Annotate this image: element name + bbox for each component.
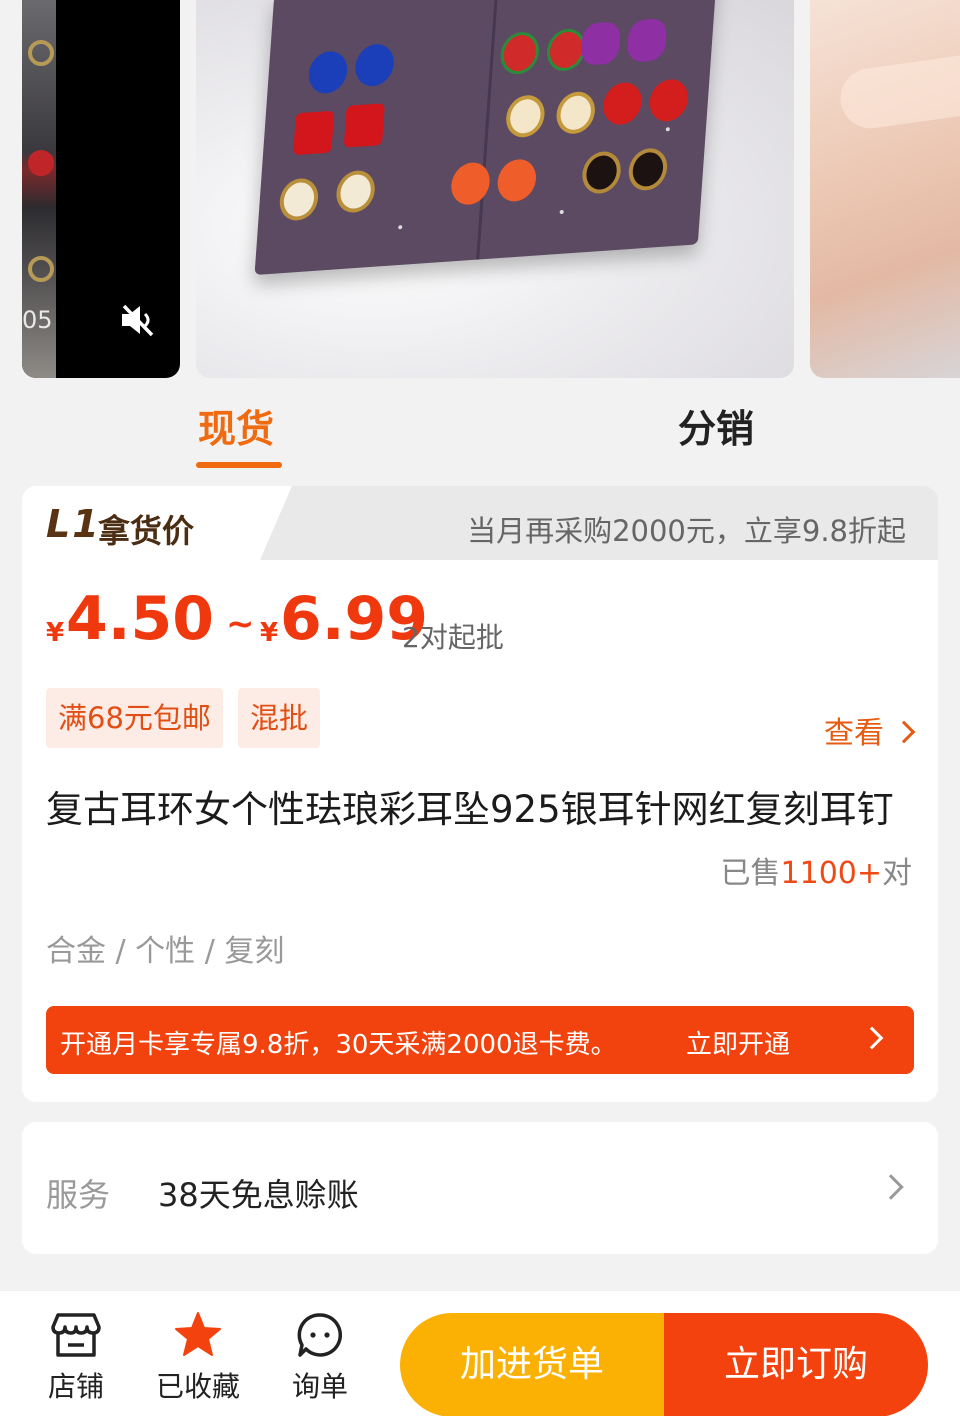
sold-prefix: 已售 [720,856,781,891]
tab-spot-goods-label: 现货 [198,407,275,451]
price-separator: ~ [226,604,255,644]
tab-distribution-label: 分销 [678,407,755,451]
mixed-batch-tag: 混批 [238,688,321,748]
add-to-cart-button[interactable]: 加进货单 [400,1313,664,1416]
product-title: 复古耳环女个性珐琅彩耳坠925银耳针网红复刻耳钉 [46,788,894,831]
chevron-right-icon [860,1026,884,1050]
sold-unit: 对 [882,856,912,891]
inquiry-button[interactable]: 询单 [270,1311,370,1405]
monthly-card-banner[interactable]: 开通月卡享专属9.8折，30天采满2000退卡费。 立即开通 [46,1006,914,1074]
price-min: 4.50 [66,584,215,654]
sold-number: 1100+ [780,856,882,891]
view-details-label: 查看 [824,716,884,751]
product-attributes: 合金 / 个性 / 复刻 [46,934,285,969]
favorite-button[interactable]: 已收藏 [148,1311,248,1405]
chevron-right-icon [892,720,916,744]
active-tab-indicator [196,462,282,468]
shop-label: 店铺 [47,1370,104,1403]
main-product-photo[interactable] [196,0,794,378]
product-image-gallery[interactable]: 05 [0,0,960,380]
buy-now-button[interactable]: 立即订购 [664,1313,928,1416]
shop-button[interactable]: 店铺 [26,1311,126,1405]
side-product-photo[interactable] [810,0,960,378]
repurchase-promo-hint: 当月再采购2000元，立享9.8折起 [467,514,906,548]
service-value: 38天免息赊账 [158,1176,359,1214]
service-label: 服务 [46,1176,111,1214]
chevron-right-icon [878,1174,904,1200]
purchase-mode-tabs: 现货 分销 [0,388,960,468]
star-filled-icon [175,1312,221,1356]
video-counter: 05 [22,306,53,334]
currency-symbol: ¥ [46,618,65,648]
tab-distribution[interactable]: 分销 [678,398,754,453]
price-card-header: L1 拿货价 当月再采购2000元，立享9.8折起 [22,486,938,564]
sold-count: 已售1100+对 [721,848,912,892]
view-details-link[interactable]: 查看 [824,708,916,752]
monthly-card-text: 开通月卡享专属9.8折，30天采满2000退卡费。 [60,1030,617,1060]
free-shipping-tag: 满68元包邮 [46,688,223,748]
inquiry-label: 询单 [291,1370,348,1403]
speaker-muted-icon[interactable] [118,302,158,338]
minimum-order-quantity: 2对起批 [402,621,504,654]
shop-icon [51,1313,101,1357]
activate-now-button[interactable]: 立即开通 [686,1024,790,1061]
favorite-label: 已收藏 [155,1370,240,1403]
bottom-action-bar: 店铺 已收藏 询单 加进货单 立即订购 [0,1290,960,1416]
tab-spot-goods[interactable]: 现货 [196,398,282,468]
service-row[interactable]: 服务 38天免息赊账 [22,1122,938,1254]
chat-bubble-icon [297,1313,343,1357]
price-card: L1 拿货价 当月再采购2000元，立享9.8折起 ¥ 4.50 ~ ¥ 6.9… [22,486,938,1102]
earring-display-box [254,0,718,276]
level-price-title: 拿货价 [98,512,195,550]
video-thumbnail[interactable]: 05 [22,0,180,378]
level-badge: L1 [46,502,101,546]
currency-symbol: ¥ [260,618,279,648]
